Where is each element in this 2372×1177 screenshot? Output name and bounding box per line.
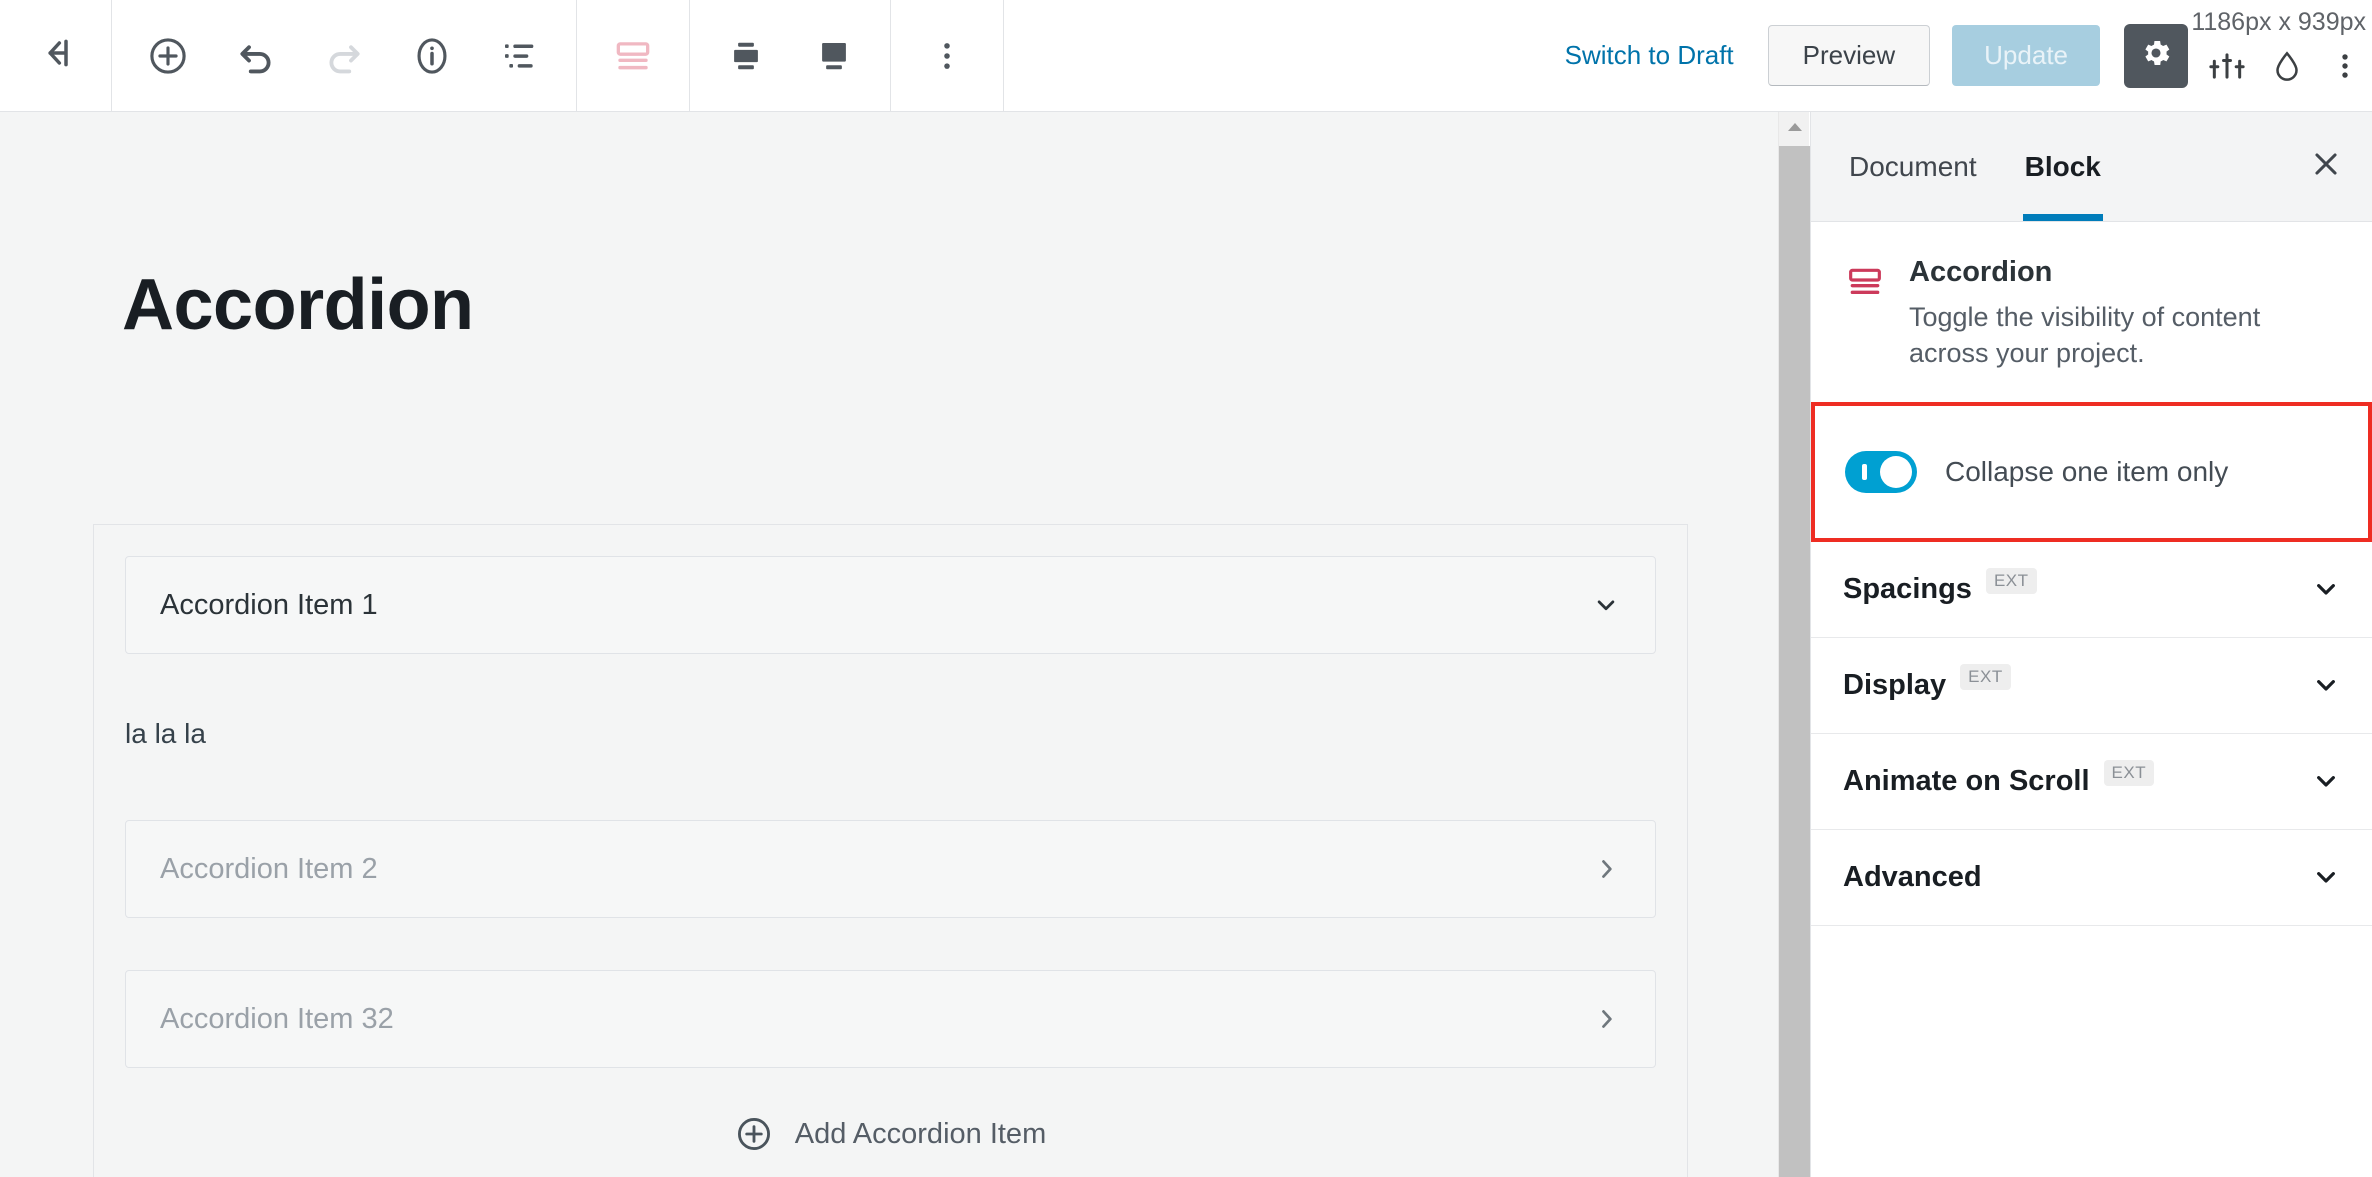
panel-advanced-label: Advanced	[1843, 860, 1982, 893]
panel-spacings-badge: EXT	[1985, 568, 2037, 595]
vertical-dots-icon	[928, 37, 966, 75]
accordion-item-32-label: Accordion Item 32	[160, 1002, 394, 1035]
move-down-icon	[813, 35, 855, 77]
add-accordion-item-button[interactable]: Add Accordion Item	[94, 1115, 1687, 1153]
panel-display[interactable]: Display EXT	[1811, 638, 2372, 734]
panel-display-badge: EXT	[1960, 664, 2011, 691]
move-block-down-button[interactable]	[800, 22, 868, 90]
vertical-dots-icon	[2328, 49, 2362, 88]
loading-spinner-icon	[2268, 47, 2306, 90]
panel-spacings-label: Spacings	[1843, 572, 1972, 605]
plus-circle-icon	[147, 35, 189, 77]
sidebar-tabs: Document Block	[1811, 112, 2372, 222]
chevron-down-icon[interactable]	[2310, 765, 2342, 797]
tab-document-label: Document	[1849, 150, 1977, 182]
accordion-item-32[interactable]: Accordion Item 32	[125, 970, 1656, 1068]
collapse-one-item-only-label: Collapse one item only	[1945, 455, 2229, 487]
browser-menu-button[interactable]	[2328, 49, 2362, 88]
accordion-item-1-content[interactable]: la la la	[125, 718, 206, 750]
tab-document[interactable]: Document	[1825, 112, 2001, 221]
panel-animate-on-scroll-badge: EXT	[2103, 760, 2155, 787]
close-icon	[2309, 147, 2343, 186]
block-more-options-button[interactable]	[913, 22, 981, 90]
switch-to-draft-button[interactable]: Switch to Draft	[1565, 40, 1734, 71]
block-type-button[interactable]	[599, 22, 667, 90]
settings-sidebar: Document Block Accordion Toggle the visi…	[1810, 112, 2372, 1177]
page-title[interactable]: Accordion	[122, 264, 474, 346]
toolbar-mover-group	[690, 0, 891, 111]
editor-toolbar: Switch to Draft Preview Update 1186px x …	[0, 0, 2372, 112]
block-name: Accordion	[1909, 256, 2053, 288]
accordion-icon	[611, 34, 655, 78]
content-structure-button[interactable]	[398, 22, 466, 90]
settings-toggle-button[interactable]	[2124, 23, 2188, 88]
panel-display-label: Display	[1843, 668, 1947, 701]
tab-block-label: Block	[2024, 150, 2101, 182]
plus-circle-icon	[735, 1115, 773, 1153]
chevron-down-icon[interactable]	[2310, 669, 2342, 701]
chevron-down-icon[interactable]	[1591, 590, 1621, 620]
info-circle-icon	[411, 35, 453, 77]
toolbar-right-group: Switch to Draft Preview Update 1186px x …	[1565, 0, 2372, 111]
preview-button[interactable]: Preview	[1767, 25, 1931, 86]
undo-button[interactable]	[222, 22, 290, 90]
accordion-item-2[interactable]: Accordion Item 2	[125, 820, 1656, 918]
panel-advanced[interactable]: Advanced	[1811, 830, 2372, 926]
accordion-block[interactable]: Accordion Item 1 la la la Accordion Item…	[93, 524, 1688, 1177]
move-block-up-button[interactable]	[712, 22, 780, 90]
block-description: Toggle the visibility of content across …	[1909, 302, 2261, 369]
panel-animate-on-scroll[interactable]: Animate on Scroll EXT	[1811, 734, 2372, 830]
add-accordion-item-label: Add Accordion Item	[794, 1117, 1047, 1150]
collapse-one-item-only-highlight: Collapse one item only	[1811, 401, 2372, 542]
list-view-icon	[500, 36, 540, 76]
chevron-right-icon[interactable]	[1591, 854, 1621, 884]
viewport-dimensions-label: 1186px x 939px	[2191, 8, 2366, 36]
scroll-up-button[interactable]	[1779, 112, 1810, 146]
back-to-dashboard-icon	[36, 33, 76, 78]
move-up-icon	[725, 35, 767, 77]
devtools-controls: 1186px x 939px	[2191, 0, 2372, 111]
scroll-up-arrow-icon	[1786, 120, 1804, 139]
redo-button[interactable]	[310, 22, 378, 90]
device-settings-button[interactable]	[2208, 47, 2246, 90]
accordion-item-1-label: Accordion Item 1	[160, 588, 378, 621]
toolbar-left-group	[112, 0, 577, 111]
redo-icon	[323, 35, 365, 77]
panel-spacings[interactable]: Spacings EXT	[1811, 542, 2372, 638]
gear-icon	[2139, 36, 2173, 75]
list-view-button[interactable]	[486, 22, 554, 90]
chevron-right-icon[interactable]	[1591, 1004, 1621, 1034]
back-to-dashboard-button[interactable]	[0, 0, 112, 111]
block-info-text: Accordion Toggle the visibility of conte…	[1909, 256, 2269, 372]
toggle-knob	[1880, 455, 1912, 488]
editor-canvas: Accordion Accordion Item 1 la la la Acco…	[0, 112, 1778, 1177]
editor-scrollbar[interactable]	[1778, 112, 1810, 1177]
toolbar-more-group	[891, 0, 1004, 111]
accordion-icon	[1845, 262, 1885, 372]
chevron-down-icon[interactable]	[2310, 861, 2342, 893]
panel-animate-on-scroll-label: Animate on Scroll	[1843, 764, 2090, 797]
accordion-item-1[interactable]: Accordion Item 1	[125, 556, 1656, 654]
update-button[interactable]: Update	[1952, 25, 2100, 86]
tab-block[interactable]: Block	[2001, 112, 2125, 221]
loading-indicator	[2268, 47, 2306, 90]
block-info-card: Accordion Toggle the visibility of conte…	[1811, 222, 2372, 403]
accordion-item-2-label: Accordion Item 2	[160, 852, 378, 885]
close-sidebar-button[interactable]	[2280, 112, 2372, 221]
chevron-down-icon[interactable]	[2310, 573, 2342, 605]
collapse-one-item-only-row[interactable]: Collapse one item only	[1815, 450, 2229, 493]
scrollbar-thumb[interactable]	[1779, 146, 1810, 1177]
undo-icon	[235, 35, 277, 77]
add-block-button[interactable]	[134, 22, 202, 90]
toolbar-block-type-group	[577, 0, 690, 111]
sliders-icon	[2208, 47, 2246, 90]
toggle-on-bar-icon	[1862, 463, 1867, 480]
collapse-one-item-only-toggle[interactable]	[1845, 450, 1917, 493]
